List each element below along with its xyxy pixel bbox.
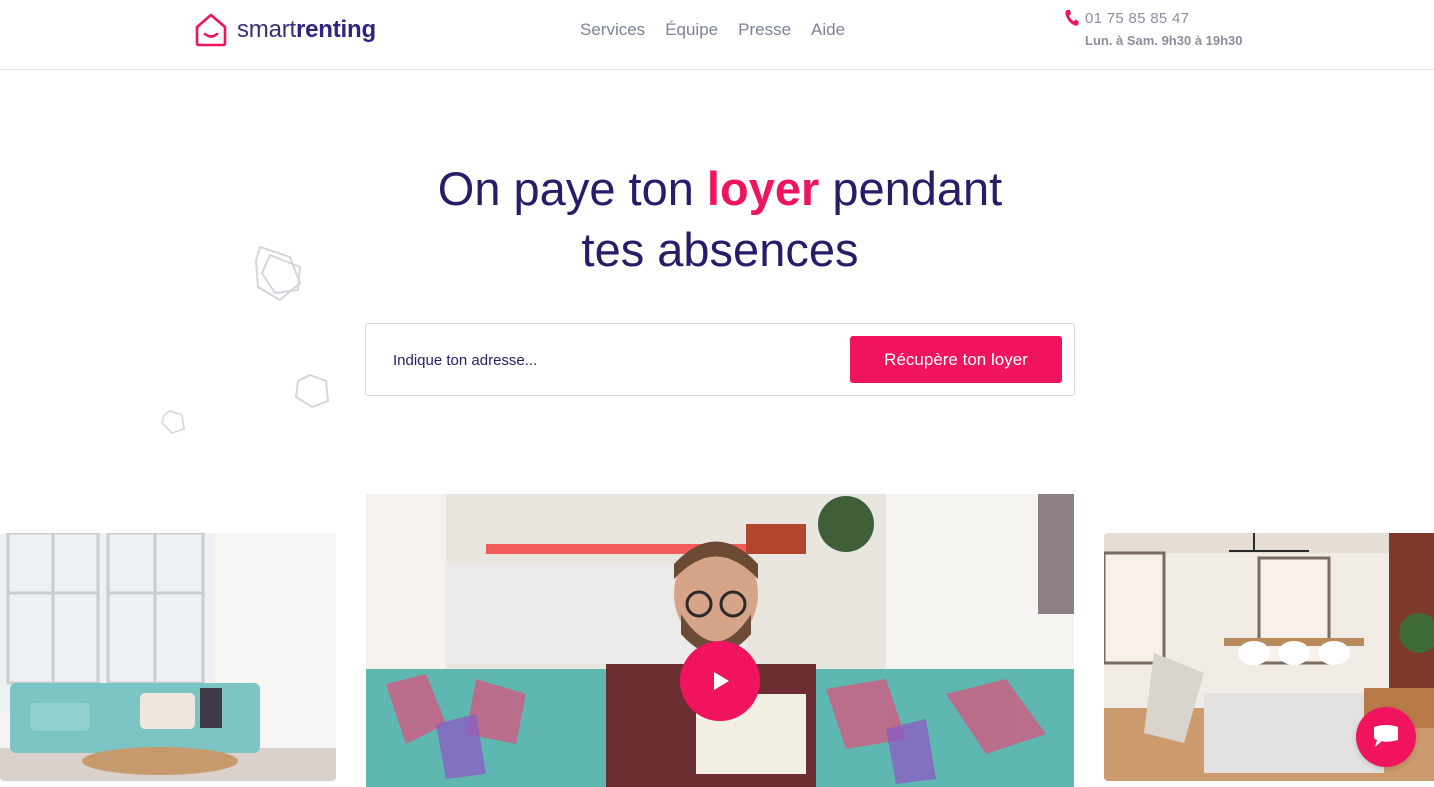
chat-bubble-icon: [1374, 725, 1398, 747]
hero-title-line2: tes absences: [581, 223, 859, 276]
decorative-shapes: [161, 245, 330, 434]
hero-title-accent: loyer: [706, 162, 820, 215]
address-search-form: Récupère ton loyer: [365, 323, 1075, 396]
nav-item-equipe[interactable]: Équipe: [665, 20, 718, 40]
contact-info: 01 75 85 85 47 Lun. à Sam. 9h30 à 19h30: [1064, 9, 1243, 48]
chat-widget-button[interactable]: [1356, 707, 1416, 767]
nav-item-services[interactable]: Services: [580, 20, 645, 40]
main-nav: Services Équipe Presse Aide: [580, 20, 845, 40]
hero-title: On paye ton loyer pendant tes absences: [400, 158, 1040, 280]
get-rent-button[interactable]: Récupère ton loyer: [850, 336, 1062, 383]
living-room-illustration: [0, 533, 336, 781]
address-input[interactable]: [384, 342, 814, 378]
opening-hours: Lun. à Sam. 9h30 à 19h30: [1085, 33, 1243, 48]
house-smile-icon: [195, 13, 227, 47]
play-video-button[interactable]: [680, 641, 760, 721]
site-header: smartrenting Services Équipe Presse Aide…: [0, 0, 1434, 70]
hero-title-part: pendant: [819, 162, 1003, 215]
hero-title-part: On paye ton: [437, 162, 707, 215]
living-room-photo: [0, 533, 336, 781]
brand-wordmark: smartrenting: [237, 16, 376, 43]
play-icon: [714, 672, 729, 690]
phone-link[interactable]: 01 75 85 85 47: [1064, 9, 1189, 27]
phone-icon: [1065, 10, 1079, 26]
nav-item-aide[interactable]: Aide: [811, 20, 845, 40]
brand-logo[interactable]: smartrenting: [193, 12, 376, 48]
phone-number: 01 75 85 85 47: [1085, 9, 1190, 27]
nav-item-presse[interactable]: Presse: [738, 20, 791, 40]
